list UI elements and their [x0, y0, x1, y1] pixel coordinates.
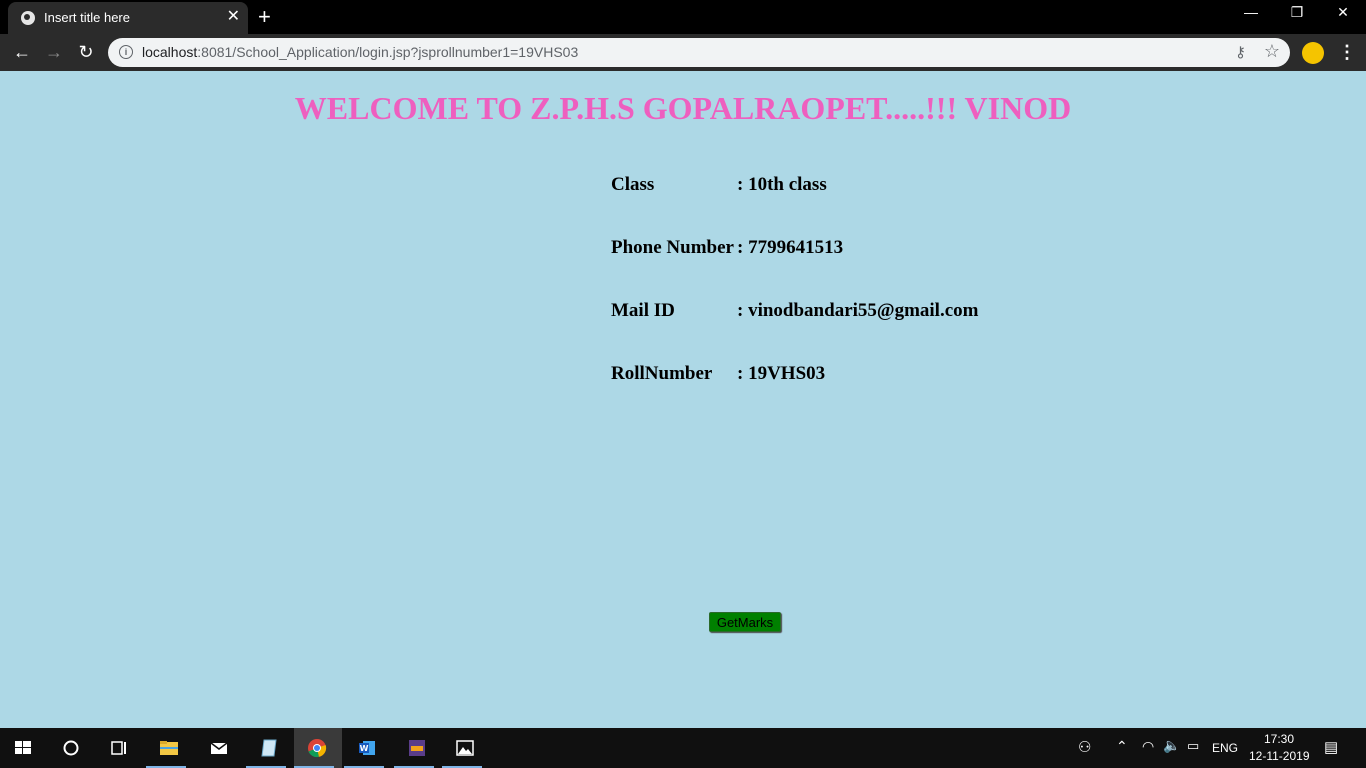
get-marks-button[interactable]: GetMarks [709, 612, 781, 632]
wifi-icon[interactable]: ◠ [1142, 738, 1154, 755]
start-button[interactable] [0, 728, 48, 768]
file-explorer-button[interactable] [146, 728, 194, 768]
new-tab-button[interactable]: + [258, 4, 271, 30]
browser-toolbar: ← → ↻ i localhost:8081/School_Applicatio… [0, 34, 1366, 71]
chrome-icon [308, 739, 327, 758]
forward-arrow-icon[interactable]: → [42, 41, 66, 63]
reload-icon[interactable]: ↻ [74, 41, 98, 63]
mail-value: : vinodbandari55@gmail.com [737, 300, 979, 321]
phone-label: Phone Number [611, 237, 734, 258]
bookmark-star-icon[interactable]: ☆ [1264, 41, 1280, 62]
notepad-button[interactable] [246, 728, 294, 768]
class-value: : 10th class [737, 174, 827, 195]
taskbar: W ⚇ ⌃ ◠ 🔈 ▭ ENG 17:30 12-11-2019 ▤ [0, 728, 1366, 768]
game-button[interactable] [394, 728, 442, 768]
word-button[interactable]: W [344, 728, 392, 768]
rollnumber-label: RollNumber [611, 363, 713, 384]
url-host: localhost [142, 44, 198, 60]
cortana-circle-icon [63, 740, 79, 756]
mail-label: Mail ID [611, 300, 675, 321]
mail-button[interactable] [196, 728, 244, 768]
address-bar[interactable]: i localhost:8081/School_Application/logi… [108, 38, 1290, 67]
browser-tab[interactable]: Insert title here ✕ [8, 2, 248, 34]
svg-text:W: W [360, 744, 369, 753]
search-button[interactable] [48, 728, 96, 768]
game-icon [409, 740, 425, 756]
rollnumber-value: : 19VHS03 [737, 363, 826, 384]
phone-value: : 7799641513 [737, 237, 844, 258]
notepad-icon [261, 739, 277, 757]
clock-time[interactable]: 17:30 [1264, 732, 1294, 746]
extension-icon[interactable] [1302, 42, 1324, 64]
url-text[interactable]: localhost:8081/School_Application/login.… [142, 44, 578, 60]
word-icon: W [359, 741, 375, 755]
url-path: :8081/School_Application/login.jsp?jspro… [197, 44, 579, 60]
task-view-icon [111, 741, 126, 755]
chrome-button[interactable] [294, 728, 342, 768]
key-icon[interactable]: ⚷ [1235, 43, 1246, 61]
folder-icon [160, 741, 178, 755]
restore-button[interactable]: ❐ [1274, 4, 1320, 21]
site-info-icon[interactable]: i [119, 45, 133, 59]
clock-date[interactable]: 12-11-2019 [1249, 749, 1310, 763]
tab-close-icon[interactable]: ✕ [227, 8, 240, 26]
minimize-button[interactable]: — [1228, 4, 1274, 20]
notification-icon[interactable]: ▤ [1324, 738, 1338, 756]
task-view-button[interactable] [96, 728, 144, 768]
close-window-button[interactable]: ✕ [1320, 4, 1366, 21]
language-indicator[interactable]: ENG [1212, 741, 1238, 755]
volume-icon[interactable]: 🔈 [1163, 737, 1180, 754]
windows-icon [15, 741, 31, 754]
tray-chevron-icon[interactable]: ⌃ [1116, 738, 1128, 755]
people-icon[interactable]: ⚇ [1078, 738, 1091, 756]
photos-icon [456, 740, 474, 756]
class-label: Class [611, 174, 655, 195]
photos-button[interactable] [442, 728, 490, 768]
battery-icon[interactable]: ▭ [1187, 738, 1199, 754]
back-arrow-icon[interactable]: ← [10, 41, 34, 63]
tab-title: Insert title here [44, 10, 130, 25]
mail-icon [210, 742, 228, 754]
page-heading: WELCOME TO Z.P.H.S GOPALRAOPET.....!!! V… [294, 90, 1072, 126]
browser-title-bar: Insert title here ✕ + — ❐ ✕ [0, 0, 1366, 34]
browser-menu-icon[interactable]: ⋮ [1338, 42, 1356, 63]
globe-icon [21, 11, 35, 25]
